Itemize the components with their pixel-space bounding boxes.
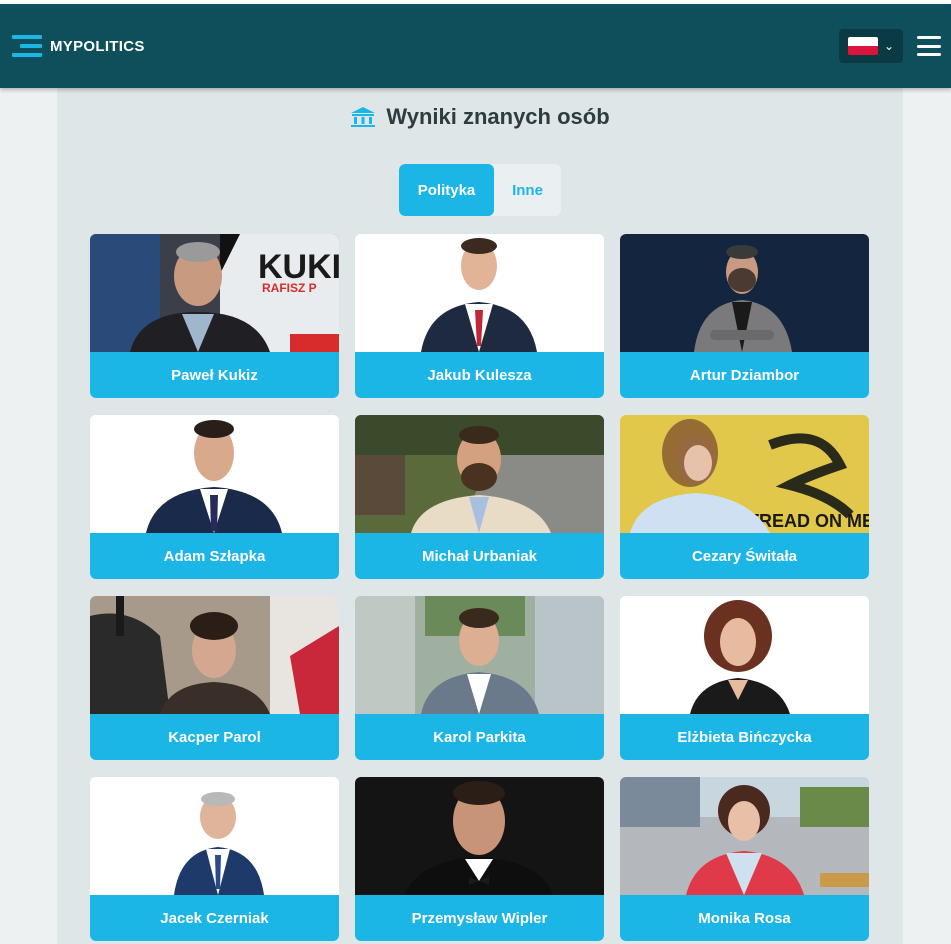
brand-name: MYPOLITICS <box>50 37 145 55</box>
poland-flag-icon <box>847 37 878 55</box>
person-card[interactable]: Jakub Kulesza <box>355 234 604 398</box>
person-name: Paweł Kukiz <box>90 352 339 398</box>
navbar: MYPOLITICS ⌄ <box>0 4 951 88</box>
brand[interactable]: MYPOLITICS <box>12 35 145 57</box>
person-photo <box>90 415 339 533</box>
tab-inne[interactable]: Inne <box>494 164 561 216</box>
person-photo <box>90 777 339 895</box>
person-photo <box>355 234 604 352</box>
person-card[interactable]: Elżbieta Bińczycka <box>620 596 869 760</box>
main-content: Wyniki znanych osób Polityka Inne KUKI R… <box>57 88 903 944</box>
person-card[interactable]: T TREAD ON ME Cezary Świtała <box>620 415 869 579</box>
person-photo <box>620 234 869 352</box>
person-photo: KUKI RAFISZ P <box>90 234 339 352</box>
person-name: Karol Parkita <box>355 714 604 760</box>
person-name: Cezary Świtała <box>620 533 869 579</box>
person-card[interactable]: Monika Rosa <box>620 777 869 941</box>
person-photo <box>90 596 339 714</box>
people-grid: KUKI RAFISZ P Paweł Kukiz Jakub Kulesza … <box>90 234 869 941</box>
person-photo: T TREAD ON ME <box>620 415 869 533</box>
person-card[interactable]: Adam Szłapka <box>90 415 339 579</box>
svg-text:RAFISZ P: RAFISZ P <box>262 281 317 295</box>
page-heading: Wyniki znanych osób <box>57 102 903 132</box>
person-card[interactable]: KUKI RAFISZ P Paweł Kukiz <box>90 234 339 398</box>
tab-polityka[interactable]: Polityka <box>399 164 494 216</box>
person-name: Elżbieta Bińczycka <box>620 714 869 760</box>
language-selector[interactable]: ⌄ <box>839 29 903 63</box>
person-name: Adam Szłapka <box>90 533 339 579</box>
person-card[interactable]: Michał Urbaniak <box>355 415 604 579</box>
person-name: Kacper Parol <box>90 714 339 760</box>
person-photo <box>355 596 604 714</box>
person-photo <box>355 415 604 533</box>
person-card[interactable]: Karol Parkita <box>355 596 604 760</box>
person-card[interactable]: Przemysław Wipler <box>355 777 604 941</box>
person-card[interactable]: Artur Dziambor <box>620 234 869 398</box>
person-photo <box>355 777 604 895</box>
person-photo <box>620 777 869 895</box>
person-photo <box>620 596 869 714</box>
person-name: Michał Urbaniak <box>355 533 604 579</box>
hamburger-menu-icon[interactable] <box>917 36 941 56</box>
person-name: Monika Rosa <box>620 895 869 941</box>
person-name: Przemysław Wipler <box>355 895 604 941</box>
brand-logo-icon <box>12 35 42 57</box>
category-toggle: Polityka Inne <box>399 164 561 216</box>
person-card[interactable]: Kacper Parol <box>90 596 339 760</box>
institution-icon <box>351 107 376 127</box>
person-name: Artur Dziambor <box>620 352 869 398</box>
person-name: Jakub Kulesza <box>355 352 604 398</box>
person-name: Jacek Czerniak <box>90 895 339 941</box>
page-title: Wyniki znanych osób <box>386 104 610 129</box>
chevron-down-icon: ⌄ <box>883 39 895 53</box>
person-card[interactable]: Jacek Czerniak <box>90 777 339 941</box>
